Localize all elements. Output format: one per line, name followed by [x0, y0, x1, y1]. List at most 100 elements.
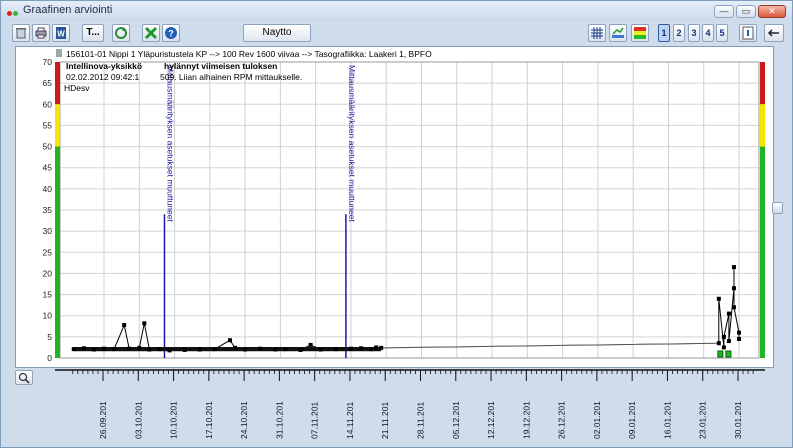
- window-title: Graafinen arviointi: [23, 4, 113, 16]
- detection-type-label: HDesv: [64, 83, 90, 93]
- data-point: [273, 347, 278, 352]
- data-point: [721, 345, 726, 350]
- data-point: [233, 345, 238, 350]
- view-4-button[interactable]: 4: [702, 24, 714, 42]
- data-point: [197, 347, 202, 352]
- back-arrow-icon[interactable]: [764, 24, 784, 42]
- view-3-button[interactable]: 3: [688, 24, 700, 42]
- chart-panel: Mittausmäärityksen asetukset muuttuneet M…: [15, 46, 774, 368]
- data-point: [157, 347, 162, 352]
- data-point: [726, 339, 731, 344]
- help-icon[interactable]: ?: [162, 24, 180, 42]
- alarm-levels-icon[interactable]: [631, 24, 649, 42]
- alarm-band-green-left: [55, 146, 60, 358]
- y-tick-label: 65: [43, 78, 53, 88]
- data-point: [737, 330, 741, 335]
- data-point: [374, 345, 379, 350]
- data-point: [71, 347, 76, 352]
- x-tick-label: 12.12.201: [486, 401, 496, 439]
- settings-changed-label: Mittausmäärityksen asetukset muuttuneet: [165, 65, 175, 222]
- restore-button[interactable]: ▭: [736, 5, 756, 18]
- y-tick-label: 50: [43, 142, 53, 152]
- data-point: [243, 347, 248, 352]
- data-point: [333, 347, 338, 352]
- x-tick-label: 09.01.201: [627, 401, 637, 439]
- x-tick-label: 10.10.201: [169, 401, 179, 439]
- vertical-scroll-thumb[interactable]: [772, 202, 783, 214]
- svg-text:?: ?: [168, 29, 174, 39]
- x-tick-label: 03.10.201: [133, 401, 143, 439]
- chart-settings-icon[interactable]: [609, 24, 627, 42]
- view-1-button[interactable]: 1: [658, 24, 670, 42]
- y-tick-label: 0: [47, 353, 52, 363]
- x-tick-label: 07.11.201: [310, 402, 320, 439]
- status-reason: 509. Liian alhainen RPM mittaukselle.: [160, 72, 302, 82]
- y-tick-label: 10: [43, 311, 53, 321]
- data-point: [716, 341, 721, 346]
- data-point: [127, 346, 132, 351]
- alarm-band-yellow-right: [760, 104, 765, 147]
- naytto-button[interactable]: Naytto: [243, 24, 311, 42]
- chart-path-label: 156101-01 Nippi 1 Yläpuristustela KP -->…: [66, 49, 432, 59]
- data-point: [167, 348, 172, 353]
- data-point: [283, 347, 288, 352]
- text-tool-button[interactable]: T...: [82, 24, 104, 42]
- data-point: [137, 345, 142, 350]
- y-tick-label: 40: [43, 184, 53, 194]
- data-point: [726, 311, 731, 316]
- trend-line: [73, 267, 740, 351]
- refresh-icon[interactable]: [112, 24, 130, 42]
- minimize-button[interactable]: —: [714, 5, 734, 18]
- data-point: [147, 347, 152, 352]
- app-icon: [7, 7, 19, 19]
- data-point: [369, 347, 374, 352]
- word-export-icon[interactable]: W: [52, 24, 70, 42]
- data-point: [731, 265, 736, 270]
- data-point: [716, 296, 721, 301]
- data-point: [142, 321, 147, 326]
- data-point: [348, 346, 353, 351]
- data-point: [731, 286, 736, 291]
- graphical-evaluation-window: Graafinen arviointi — ▭ ✕ W T... ? Naytt…: [0, 0, 793, 448]
- grid-toggle-icon[interactable]: [588, 24, 606, 42]
- data-point: [298, 347, 303, 352]
- status-timestamp: 02.02.2012 09:42:1: [66, 72, 140, 82]
- close-button[interactable]: ✕: [758, 5, 786, 18]
- print-icon[interactable]: [32, 24, 50, 42]
- x-tick-label: 19.12.201: [521, 401, 531, 439]
- y-tick-label: 45: [43, 163, 53, 173]
- y-tick-label: 35: [43, 205, 53, 215]
- toolbar: W T... ? Naytto 1 2 3 4 5: [1, 21, 792, 47]
- delete-icon[interactable]: [12, 24, 30, 42]
- data-point: [318, 347, 323, 352]
- info-icon[interactable]: [739, 24, 757, 42]
- y-tick-label: 60: [43, 99, 53, 109]
- x-tick-label: 30.01.201: [733, 401, 743, 439]
- x-tick-label: 26.09.201: [98, 401, 108, 439]
- data-point: [258, 346, 263, 351]
- alarm-band-yellow-left: [55, 104, 60, 147]
- trend-chart[interactable]: Mittausmäärityksen asetukset muuttuneet M…: [16, 47, 773, 367]
- data-point: [227, 338, 232, 343]
- view-2-button[interactable]: 2: [673, 24, 685, 42]
- x-tick-label: 14.11.201: [345, 402, 355, 439]
- x-tick-label: 28.11.201: [416, 402, 426, 439]
- settings-changed-label: Mittausmäärityksen asetukset muuttuneet: [347, 65, 357, 222]
- x-tick-label: 23.01.201: [698, 401, 708, 439]
- data-point: [737, 336, 741, 341]
- y-tick-label: 30: [43, 226, 53, 236]
- x-tick-label: 16.01.201: [662, 401, 672, 439]
- cancel-x-icon[interactable]: [142, 24, 160, 42]
- x-tick-label: 02.01.201: [592, 401, 602, 439]
- zoom-button[interactable]: [15, 370, 33, 385]
- data-point: [308, 342, 313, 347]
- y-tick-label: 25: [43, 247, 53, 257]
- x-tick-label: 17.10.201: [204, 401, 214, 439]
- y-tick-label: 15: [43, 290, 53, 300]
- y-tick-label: 5: [47, 332, 52, 342]
- view-5-button[interactable]: 5: [716, 24, 728, 42]
- x-tick-label: 24.10.201: [239, 401, 249, 439]
- data-point: [212, 347, 217, 352]
- y-tick-label: 20: [43, 268, 53, 278]
- measurement-point-icon: [56, 49, 62, 57]
